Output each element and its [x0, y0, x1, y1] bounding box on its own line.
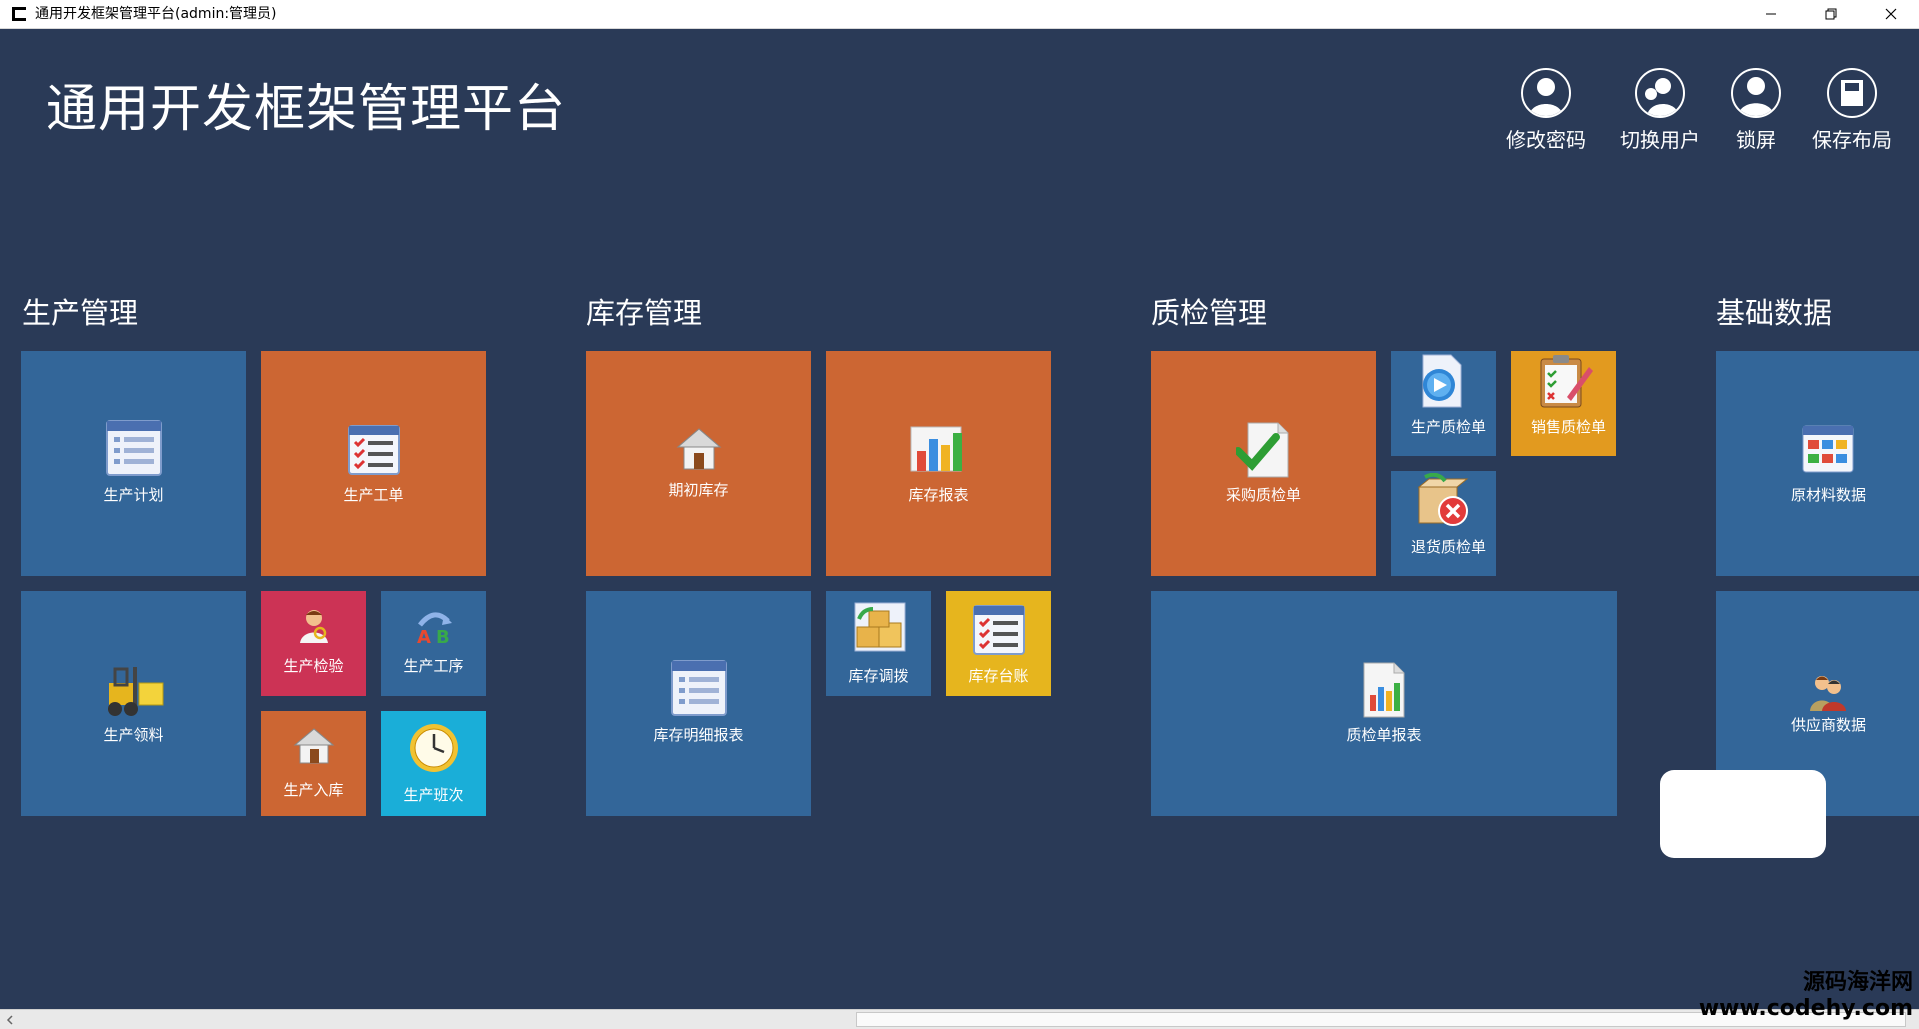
list-document-icon	[105, 420, 162, 476]
app-title: 通用开发框架管理平台	[46, 80, 567, 139]
tile-label: 库存报表	[908, 486, 969, 504]
tile-label: 生产工序	[403, 657, 464, 675]
arrow-left-icon	[6, 1014, 13, 1025]
report-document-icon	[1363, 662, 1405, 718]
window-title: 通用开发框架管理平台(admin:管理员)	[35, 6, 277, 22]
tile-production-inspection[interactable]: 生产检验	[261, 591, 366, 696]
tile-label: 生产班次	[403, 786, 464, 804]
save-layout-icon	[1827, 68, 1877, 118]
tile-inventory-transfer[interactable]: 库存调拨	[826, 591, 931, 696]
tile-label: 库存台账	[968, 667, 1029, 685]
tile-label: 退货质检单	[1411, 538, 1487, 556]
tile-inventory-detail-report[interactable]: 库存明细报表	[586, 591, 811, 816]
bar-chart-icon	[910, 426, 962, 472]
horizontal-scrollbar[interactable]	[0, 1009, 1919, 1029]
house-icon	[676, 428, 721, 470]
tile-label: 库存明细报表	[653, 726, 744, 744]
media-document-icon	[1422, 354, 1462, 408]
tile-label: 销售质检单	[1531, 418, 1607, 436]
tile-label: 生产计划	[103, 486, 164, 504]
inspector-icon	[299, 610, 328, 643]
tile-label: 采购质检单	[1225, 486, 1301, 504]
tile-quality-return[interactable]: 退货质检单	[1391, 471, 1496, 576]
app-logo-icon	[12, 7, 26, 21]
tile-basic-raw-material[interactable]: 原材料数据	[1716, 351, 1919, 576]
switch-user-label: 切换用户	[1620, 128, 1700, 152]
restore-icon	[1825, 8, 1837, 20]
tile-label: 生产质检单	[1411, 418, 1487, 436]
tile-inventory-report[interactable]: 库存报表	[826, 351, 1051, 576]
window-titlebar: 通用开发框架管理平台(admin:管理员)	[0, 0, 1919, 29]
change-password-button[interactable]: 修改密码	[1496, 68, 1596, 153]
lock-screen-label: 锁屏	[1736, 128, 1776, 152]
checklist-icon	[347, 425, 400, 475]
boxes-transfer-icon	[854, 602, 905, 652]
close-button[interactable]	[1861, 0, 1919, 28]
watermark-line2: www.codehy.com	[1698, 996, 1913, 1021]
watermark: 源码海洋网 www.codehy.com	[1699, 970, 1913, 1022]
house-icon	[293, 728, 334, 764]
approved-document-icon	[1235, 422, 1288, 478]
tile-label: 期初库存	[668, 481, 729, 499]
clipboard-pencil-icon	[1540, 355, 1593, 408]
tile-quality-report[interactable]: 质检单报表	[1151, 591, 1617, 816]
switch-user-icon	[1635, 68, 1685, 118]
svg-text:B: B	[436, 627, 450, 645]
tile-label: 质检单报表	[1346, 726, 1422, 744]
return-box-reject-icon	[1417, 473, 1469, 526]
tile-production-process[interactable]: A B 生产工序	[381, 591, 486, 696]
tile-label: 生产工单	[343, 486, 404, 504]
group-title-basic: 基础数据	[1716, 296, 1833, 330]
watermark-line1: 源码海洋网	[1802, 970, 1913, 995]
restore-button[interactable]	[1801, 0, 1861, 28]
save-layout-button[interactable]: 保存布局	[1802, 68, 1902, 153]
group-title-quality: 质检管理	[1151, 296, 1268, 330]
tile-label: 供应商数据	[1790, 716, 1866, 734]
tile-production-work-order[interactable]: 生产工单	[261, 351, 486, 576]
tile-production-material-pick[interactable]: 生产领料	[21, 591, 246, 816]
tile-production-plan[interactable]: 生产计划	[21, 351, 246, 576]
switch-user-button[interactable]: 切换用户	[1610, 68, 1710, 153]
tile-quality-production[interactable]: 生产质检单	[1391, 351, 1496, 456]
save-layout-label: 保存布局	[1812, 128, 1892, 152]
user-key-icon	[1521, 68, 1571, 118]
change-password-label: 修改密码	[1506, 128, 1586, 152]
lock-screen-button[interactable]: 锁屏	[1706, 68, 1806, 153]
people-icon	[1810, 676, 1846, 711]
tile-label: 生产检验	[283, 657, 344, 675]
scroll-left-button[interactable]	[0, 1010, 20, 1029]
process-ab-icon: A B	[417, 612, 452, 645]
clock-icon	[409, 724, 458, 772]
lock-screen-icon	[1731, 68, 1781, 118]
forklift-icon	[107, 667, 163, 716]
group-title-inventory: 库存管理	[586, 296, 703, 330]
tile-label: 原材料数据	[1790, 486, 1866, 504]
list-document-icon	[670, 660, 727, 716]
group-title-production: 生产管理	[22, 296, 139, 330]
minimize-icon	[1766, 13, 1776, 15]
svg-text:A: A	[417, 627, 431, 645]
tile-inventory-ledger[interactable]: 库存台账	[946, 591, 1051, 696]
checklist-icon	[972, 605, 1025, 655]
minimize-button[interactable]	[1741, 0, 1801, 28]
tile-quality-sales[interactable]: 销售质检单	[1511, 351, 1616, 456]
tile-label: 生产入库	[283, 781, 344, 799]
tile-label: 生产领料	[103, 726, 164, 744]
close-icon	[1885, 8, 1897, 20]
blank-overlay-panel	[1660, 770, 1826, 858]
tile-quality-purchase[interactable]: 采购质检单	[1151, 351, 1376, 576]
grid-table-icon	[1802, 425, 1854, 473]
tile-label: 库存调拨	[848, 667, 909, 685]
tile-production-warehousing[interactable]: 生产入库	[261, 711, 366, 816]
tile-production-shift[interactable]: 生产班次	[381, 711, 486, 816]
tile-inventory-opening[interactable]: 期初库存	[586, 351, 811, 576]
